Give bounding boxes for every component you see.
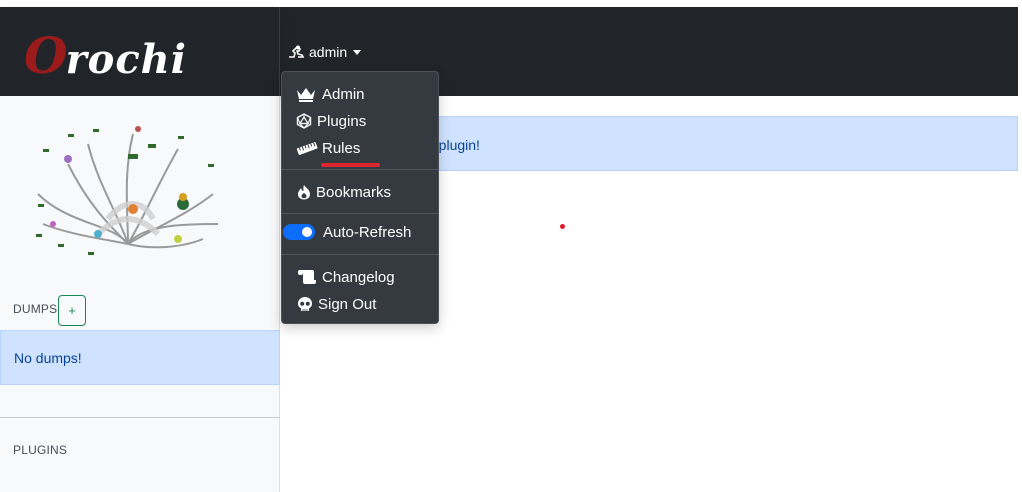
window-top-edge — [0, 0, 1022, 7]
hydra-illustration — [36, 126, 219, 255]
add-dump-button[interactable]: + — [58, 295, 86, 326]
dumps-section-title: DUMPS — [13, 302, 58, 316]
menu-item-changelog[interactable]: Changelog — [282, 265, 438, 289]
menu-divider — [282, 169, 438, 170]
logo-text: rochi — [65, 36, 187, 83]
username-label: admin — [309, 44, 348, 60]
chevron-down-icon — [353, 49, 362, 55]
sidebar: DUMPS + No dumps! PLUGINS — [0, 96, 280, 492]
menu-item-admin[interactable]: Admin — [282, 82, 438, 106]
brand-area: O rochi — [0, 7, 280, 96]
ruler-icon — [296, 142, 318, 155]
menu-item-label: Plugins — [317, 112, 367, 130]
fire-icon — [298, 185, 310, 200]
menu-item-label: Auto-Refresh — [323, 223, 412, 241]
sidebar-divider — [0, 417, 280, 418]
orochi-logo[interactable]: O rochi — [24, 29, 187, 81]
menu-item-label: Rules — [322, 139, 361, 157]
user-dropdown-menu: Admin Plugins Rules Bookmarks Auto-Refre… — [281, 71, 439, 324]
dice-d20-icon — [296, 113, 312, 129]
menu-item-bookmarks[interactable]: Bookmarks — [282, 180, 438, 204]
no-dumps-alert: No dumps! — [0, 330, 280, 385]
logo-initial: O — [24, 26, 68, 85]
user-menu-toggle[interactable]: admin — [287, 42, 362, 62]
menu-item-label: Admin — [322, 85, 365, 103]
scroll-icon — [298, 270, 316, 284]
menu-divider — [282, 213, 438, 214]
menu-item-label: Changelog — [322, 268, 395, 286]
crown-icon — [297, 88, 315, 102]
rules-highlight-underline — [321, 163, 380, 167]
menu-divider — [282, 254, 438, 255]
menu-item-label: Bookmarks — [316, 183, 392, 201]
menu-item-sign-out[interactable]: Sign Out — [282, 292, 438, 316]
cursor-marker — [560, 224, 565, 229]
menu-item-rules[interactable]: Rules — [282, 136, 438, 160]
menu-item-label: Sign Out — [318, 295, 377, 313]
user-ninja-icon — [289, 45, 305, 58]
menu-item-plugins[interactable]: Plugins — [282, 109, 438, 133]
skull-icon — [298, 297, 312, 311]
menu-item-auto-refresh[interactable]: Auto-Refresh — [282, 220, 438, 244]
plugins-section-title: PLUGINS — [13, 443, 68, 457]
auto-refresh-toggle[interactable] — [283, 224, 315, 240]
